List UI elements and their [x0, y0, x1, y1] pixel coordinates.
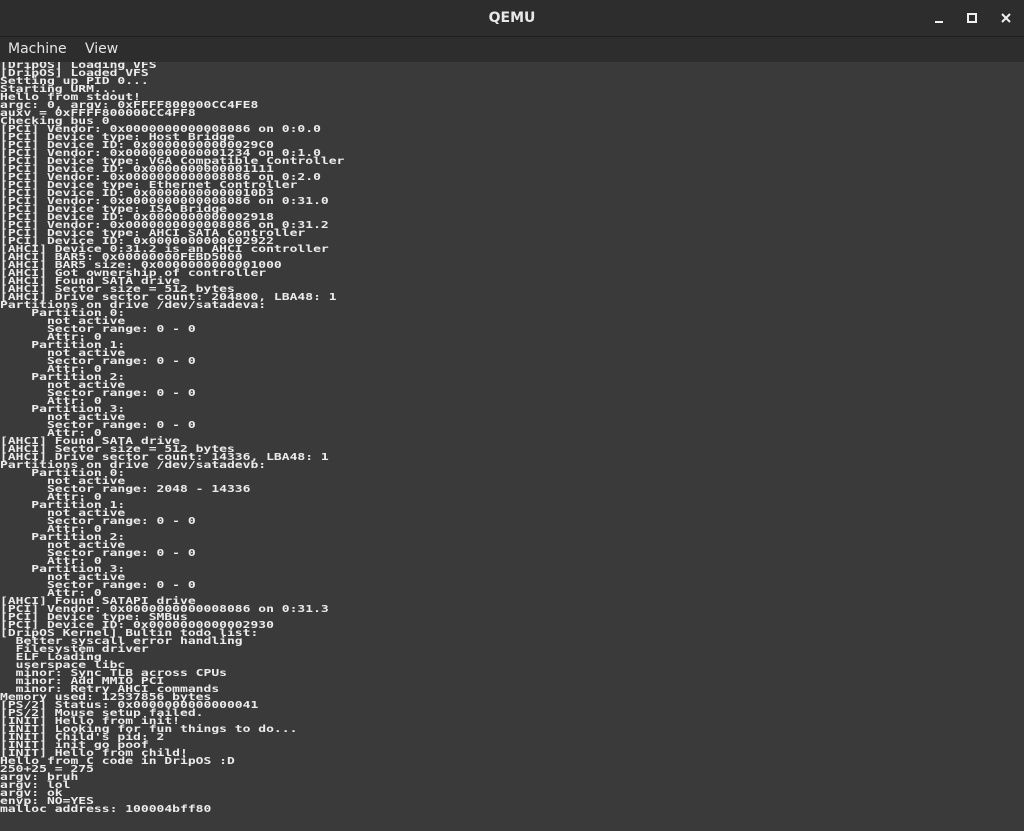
close-icon: [994, 12, 1018, 24]
titlebar[interactable]: QEMU: [0, 0, 1024, 37]
menubar: Machine View: [0, 37, 1024, 62]
console-line: malloc address: 100004bff80: [0, 804, 212, 816]
window-title: QEMU: [488, 10, 536, 26]
vm-console-display[interactable]: [DripOS] Loading VFS [DripOS] Loaded VFS S…: [0, 62, 1024, 831]
menu-machine[interactable]: Machine: [8, 37, 67, 62]
maximize-button[interactable]: [960, 6, 984, 30]
qemu-window: QEMU Machine View [DripOS] Loading VFS [D…: [0, 0, 1024, 831]
console-output: [DripOS] Loading VFS [DripOS] Loaded VFS S…: [0, 62, 344, 814]
menu-view[interactable]: View: [85, 37, 118, 62]
minimize-icon: [927, 12, 951, 24]
maximize-icon: [960, 12, 984, 24]
minimize-button[interactable]: [927, 6, 951, 30]
close-button[interactable]: [994, 6, 1018, 30]
